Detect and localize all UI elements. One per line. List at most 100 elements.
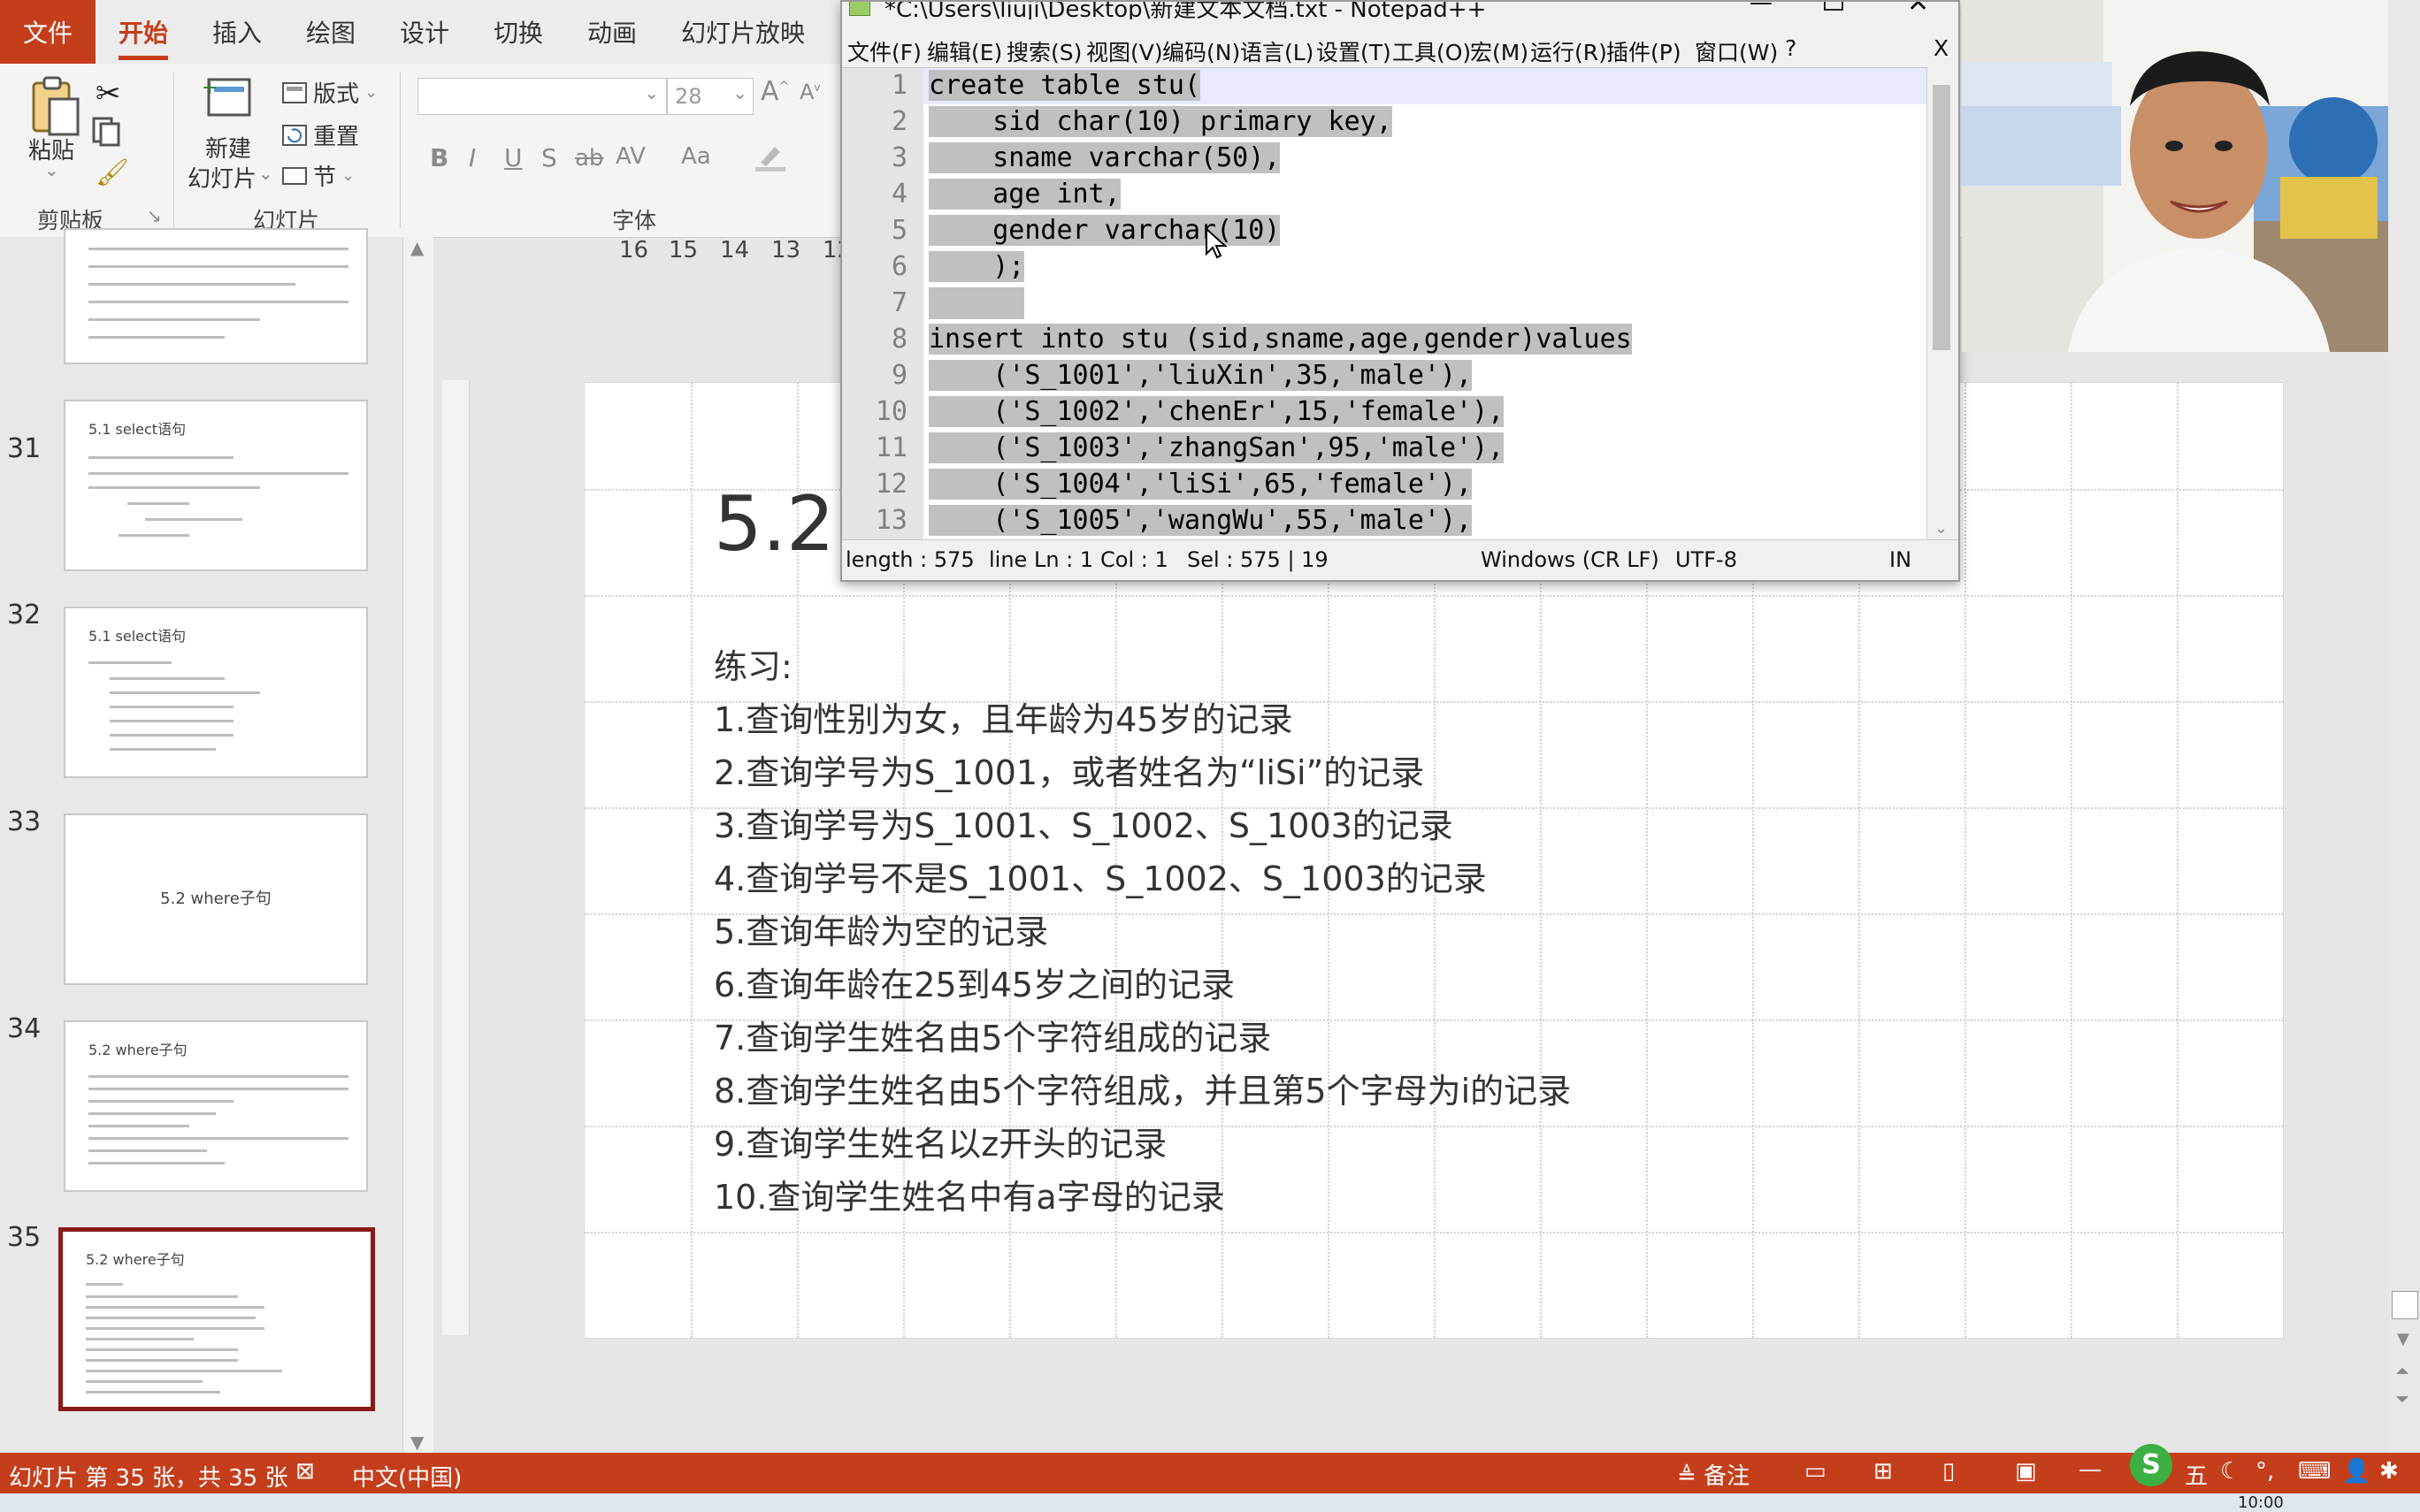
- chevron-down-icon[interactable]: ⌄: [44, 159, 59, 180]
- input-method-logo-icon[interactable]: S: [2130, 1444, 2172, 1486]
- minimize-icon[interactable]: —: [1750, 2, 1773, 16]
- previous-slide-icon[interactable]: ⏶: [2395, 1360, 2409, 1381]
- close-icon[interactable]: ✕: [1907, 2, 1929, 19]
- ime-keyboard-icon[interactable]: ⌨: [2298, 1458, 2332, 1485]
- next-slide-icon[interactable]: ⏷: [2395, 1388, 2409, 1409]
- code-line[interactable]: );: [929, 251, 1025, 282]
- scroll-up-icon[interactable]: ▲: [410, 237, 424, 258]
- ime-user-icon[interactable]: 👤: [2342, 1458, 2370, 1485]
- exercise-item[interactable]: 8.查询学生姓名由5个字符组成，并且第5个字母为i的记录: [714, 1064, 1571, 1112]
- code-line[interactable]: ('S_1002','chenEr',15,'female'),: [929, 396, 1505, 427]
- menu-search[interactable]: 搜索(S): [1007, 35, 1082, 67]
- menu-edit[interactable]: 编辑(E): [927, 35, 1002, 67]
- code-line[interactable]: age int,: [929, 179, 1121, 210]
- exercise-item[interactable]: 3.查询学号为S_1001、S_1002、S_1003的记录: [714, 798, 1453, 847]
- ime-wubi-icon[interactable]: 五: [2185, 1458, 2208, 1491]
- close-document-button[interactable]: X: [1934, 35, 1949, 61]
- font-name-select[interactable]: ⌄: [417, 78, 667, 115]
- scroll-down-icon[interactable]: ▼: [2397, 1330, 2409, 1348]
- grow-font-button[interactable]: A^: [761, 76, 789, 107]
- menu-run[interactable]: 运行(R): [1530, 35, 1607, 67]
- menu-macro[interactable]: 宏(M): [1470, 35, 1528, 67]
- scroll-down-icon[interactable]: ▼: [410, 1432, 424, 1453]
- menu-window[interactable]: 窗口(W): [1695, 35, 1778, 67]
- slide-thumbnail-selected[interactable]: 5.2 where子句: [58, 1227, 375, 1411]
- menu-view[interactable]: 视图(V): [1086, 35, 1163, 67]
- notepadpp-title-bar[interactable]: *C:\Users\liuji\Desktop\新建文本文档.txt - Not…: [842, 2, 1958, 19]
- italic-button[interactable]: I: [469, 143, 476, 172]
- tab-home[interactable]: 开始: [119, 0, 169, 64]
- exercise-item[interactable]: 9.查询学生姓名以z开头的记录: [714, 1117, 1167, 1165]
- slide-sorter-icon[interactable]: ⊞: [1873, 1458, 1893, 1485]
- slideshow-icon[interactable]: ▣: [2015, 1458, 2037, 1485]
- slide-thumbnail[interactable]: 5.2 where子句: [64, 1020, 368, 1192]
- menu-language[interactable]: 语言(L): [1240, 35, 1313, 67]
- menu-help[interactable]: ?: [1785, 35, 1796, 61]
- bold-button[interactable]: B: [430, 143, 448, 172]
- code-line-empty-selection[interactable]: [929, 287, 1024, 319]
- notes-button[interactable]: ≜ 备注: [1677, 1458, 1750, 1491]
- tab-slideshow[interactable]: 幻灯片放映: [681, 0, 805, 64]
- thumbnail-scrollbar[interactable]: ▲ ▼: [402, 237, 433, 1453]
- code-editor[interactable]: 1 create table stu( 2 sid char(10) prima…: [842, 67, 1926, 540]
- maximize-icon[interactable]: [1824, 2, 1843, 11]
- ime-moon-icon[interactable]: ☾: [2220, 1458, 2240, 1485]
- exercise-item[interactable]: 4.查询学号不是S_1001、S_1002、S_1003的记录: [714, 851, 1487, 900]
- highlight-color-button[interactable]: [754, 141, 789, 172]
- dialog-launcher-icon[interactable]: ↘: [147, 205, 162, 226]
- code-line[interactable]: ('S_1001','liuXin',35,'male'),: [929, 360, 1473, 391]
- normal-view-icon[interactable]: ▭: [1804, 1458, 1826, 1485]
- language-indicator[interactable]: 中文(中国): [352, 1460, 462, 1493]
- layout-button[interactable]: 版式 ⌄: [281, 76, 378, 109]
- new-slide-label-1[interactable]: 新建: [205, 131, 251, 164]
- scroll-down-icon[interactable]: ⌄: [1934, 519, 1948, 538]
- tab-animations[interactable]: 动画: [587, 0, 637, 64]
- slide-thumbnail[interactable]: 5.2 where子句: [64, 813, 368, 985]
- exercise-item[interactable]: 1.查询性别为女，且年龄为45岁的记录: [714, 692, 1293, 741]
- code-line[interactable]: ('S_1005','wangWu',55,'male'),: [929, 505, 1473, 536]
- tab-insert[interactable]: 插入: [212, 0, 262, 64]
- copy-icon[interactable]: [92, 117, 120, 147]
- menu-settings[interactable]: 设置(T): [1316, 35, 1391, 67]
- format-painter-icon[interactable]: 🖌: [96, 157, 129, 188]
- change-case-button[interactable]: Aa: [681, 143, 711, 170]
- character-spacing-button[interactable]: AV: [616, 143, 646, 170]
- reading-view-icon[interactable]: ▯: [1942, 1458, 1955, 1485]
- code-line[interactable]: create table stu(: [929, 70, 1201, 101]
- code-line[interactable]: insert into stu (sid,sname,age,gender)va…: [929, 324, 1632, 355]
- font-size-select[interactable]: 28 ⌄: [667, 78, 754, 115]
- exercise-item[interactable]: 5.查询年龄为空的记录: [714, 905, 1048, 953]
- strikethrough-button[interactable]: ab: [575, 145, 603, 172]
- menu-tools[interactable]: 工具(O): [1392, 35, 1471, 67]
- tab-design[interactable]: 设计: [400, 0, 449, 64]
- slide-thumbnail[interactable]: 5.1 select语句: [64, 607, 368, 778]
- code-line[interactable]: sname varchar(50),: [929, 142, 1281, 173]
- exercise-item[interactable]: 10.查询学生姓名中有a字母的记录: [714, 1170, 1225, 1218]
- tab-file[interactable]: 文件: [0, 0, 96, 64]
- cut-icon[interactable]: ✂: [96, 76, 121, 111]
- ime-punctuation-icon[interactable]: °,: [2255, 1458, 2274, 1485]
- notepadpp-window[interactable]: *C:\Users\liuji\Desktop\新建文本文档.txt - Not…: [840, 0, 1960, 582]
- zoom-slider[interactable]: —: [2079, 1456, 2102, 1483]
- exercise-item[interactable]: 6.查询年龄在25到45岁之间的记录: [714, 958, 1235, 1006]
- paste-button[interactable]: [25, 76, 81, 138]
- exercise-item[interactable]: 2.查询学号为S_1001，或者姓名为“liSi”的记录: [714, 745, 1424, 794]
- shadow-button[interactable]: S: [541, 143, 557, 172]
- code-line[interactable]: ('S_1003','zhangSan',95,'male'),: [929, 432, 1505, 463]
- scrollbar-thumb[interactable]: [2392, 1291, 2418, 1319]
- underline-button[interactable]: U: [504, 143, 523, 172]
- new-slide-icon[interactable]: +: [202, 74, 251, 124]
- spell-check-icon[interactable]: ⊠: [295, 1458, 315, 1485]
- reset-button[interactable]: 重置: [281, 118, 359, 151]
- code-line[interactable]: sid char(10) primary key,: [929, 106, 1392, 137]
- section-button[interactable]: 节 ⌄: [281, 159, 355, 192]
- ime-settings-icon[interactable]: ✱: [2379, 1458, 2399, 1485]
- scrollbar-thumb[interactable]: [1933, 85, 1950, 350]
- tab-draw[interactable]: 绘图: [306, 0, 356, 64]
- slide-thumbnail[interactable]: [64, 228, 368, 364]
- exercise-item[interactable]: 7.查询学生姓名由5个字符组成的记录: [714, 1011, 1271, 1059]
- chevron-down-icon[interactable]: ⌄: [258, 163, 273, 184]
- shrink-font-button[interactable]: Av: [800, 80, 821, 104]
- menu-plugins[interactable]: 插件(P): [1606, 35, 1681, 67]
- menu-file[interactable]: 文件(F): [847, 35, 922, 67]
